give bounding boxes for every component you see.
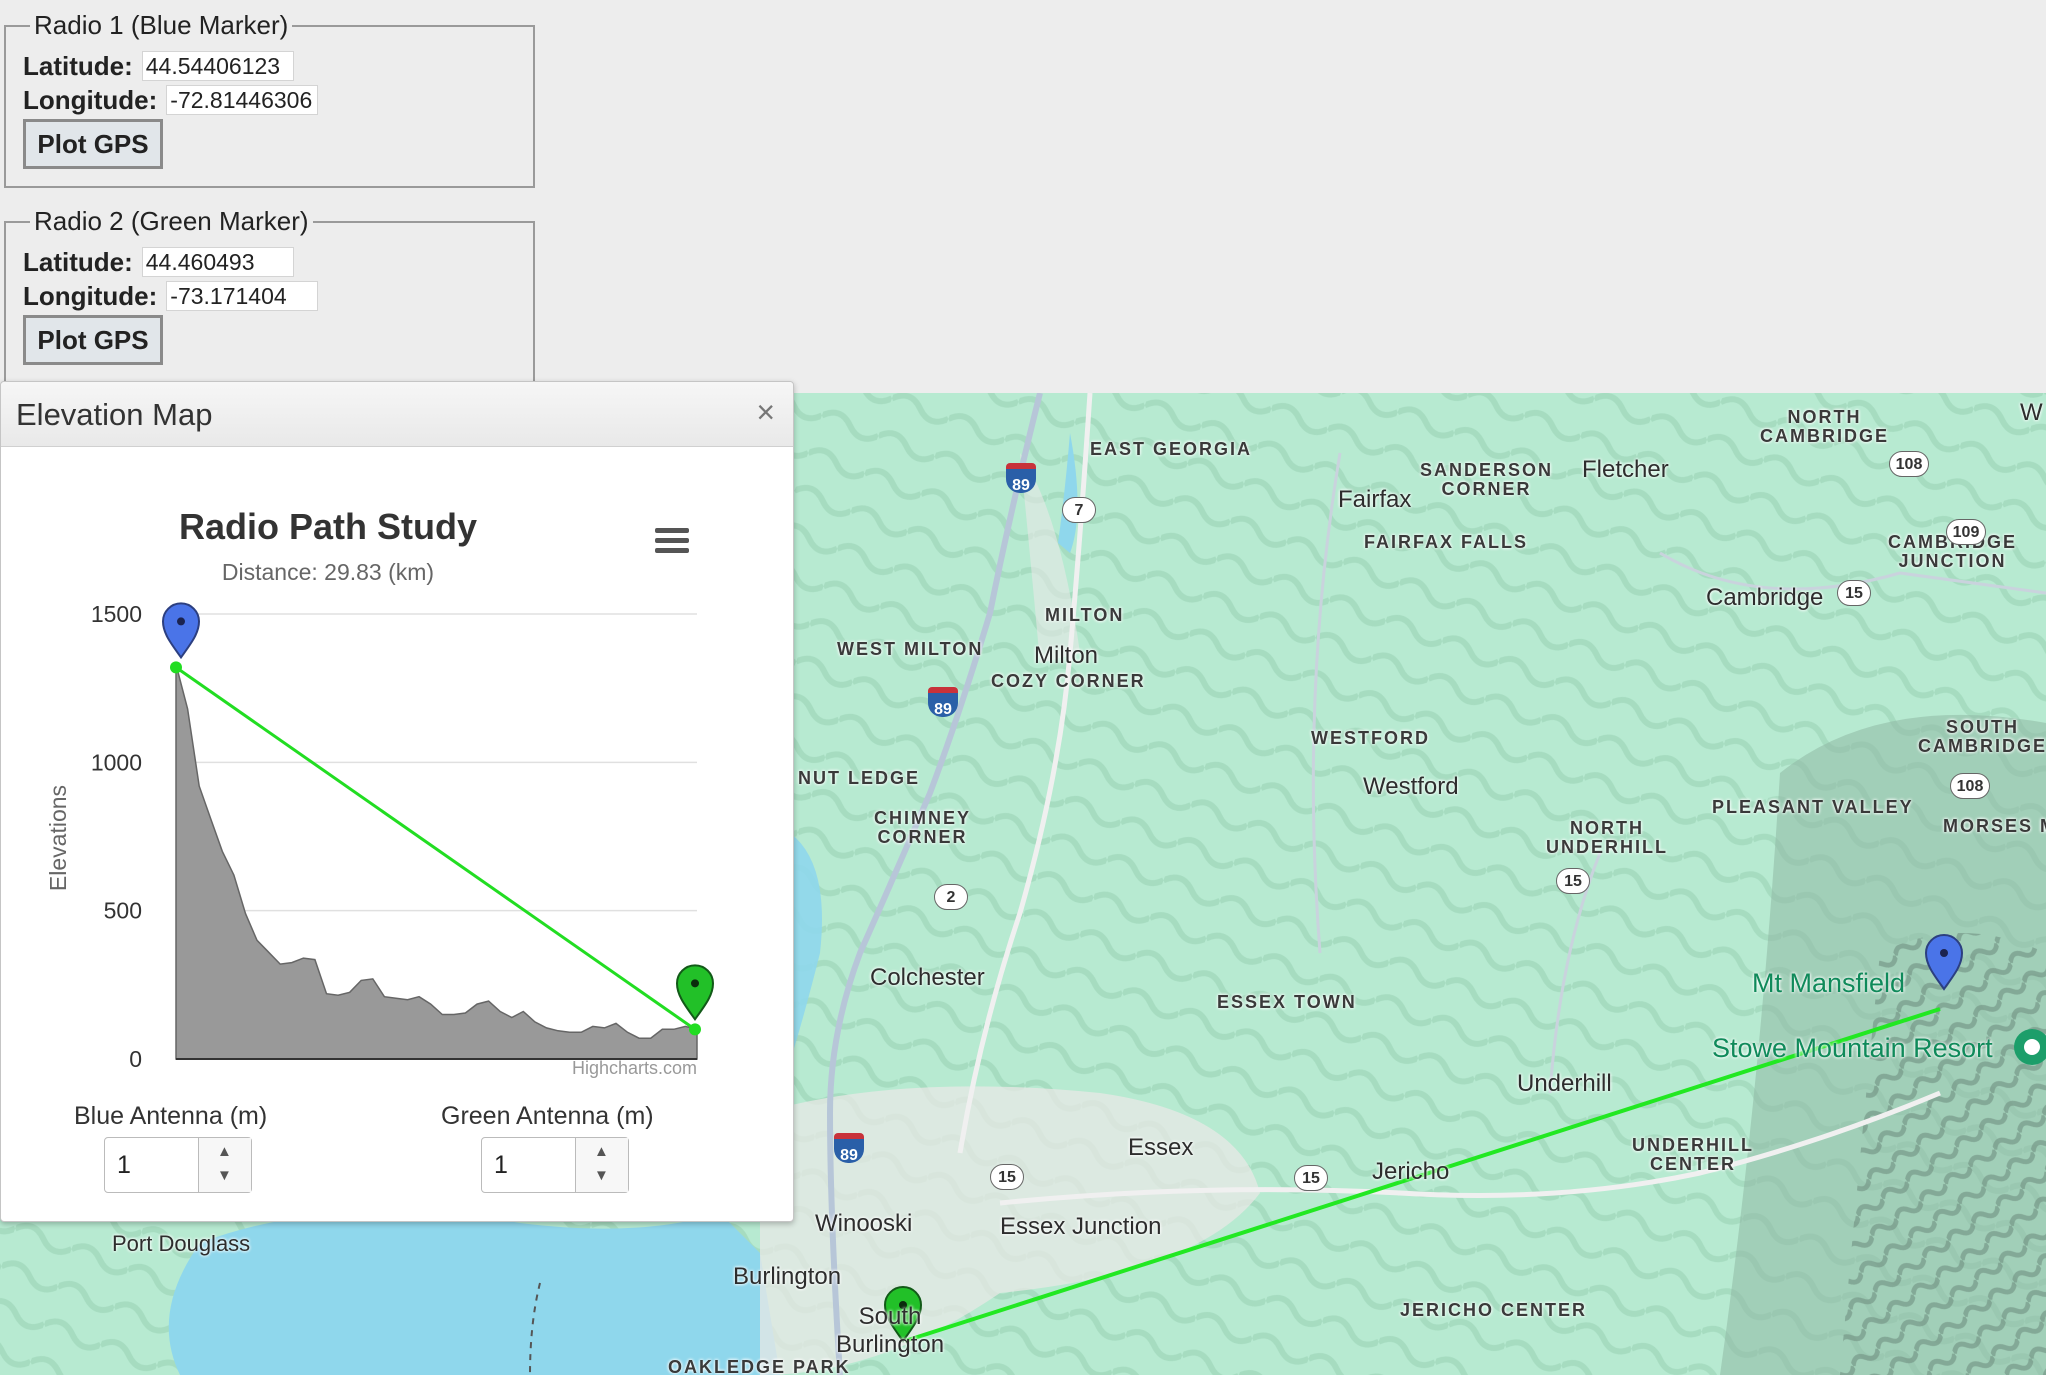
elevation-map-dialog: Elevation Map × Radio Path Study Distanc… [0, 381, 794, 1222]
blue-antenna-value[interactable]: 1 [117, 1151, 131, 1180]
green-antenna-label: Green Antenna (m) [441, 1102, 654, 1130]
label-west-milton: WEST MILTON [837, 639, 984, 659]
radio2-lon-label: Longitude: [23, 280, 158, 311]
radio1-lat-input[interactable] [141, 51, 294, 81]
label-morses-m: MORSES M [1943, 816, 2046, 836]
label-burlington: Burlington [733, 1263, 842, 1290]
i89-shield-icon-3: 89 [834, 1133, 864, 1164]
radio2-plot-gps-button[interactable]: Plot GPS [23, 315, 163, 365]
y-tick-label: 500 [104, 898, 142, 924]
label-milton-caps: MILTON [1045, 605, 1125, 625]
chevron-down-icon[interactable]: ▼ [217, 1167, 232, 1184]
green-antenna-arrows: ▲ ▼ [575, 1138, 628, 1192]
green-chart-marker [675, 964, 715, 1022]
elevation-chart: 0 500 1000 1500 Elevations Highcharts.com [45, 528, 715, 1078]
radio1-lon-input[interactable] [166, 85, 319, 115]
label-essex-town: ESSEX TOWN [1217, 992, 1357, 1012]
label-westford-caps: WESTFORD [1311, 728, 1430, 748]
label-underhill-center: UNDERHILL CENTER [1632, 1135, 1754, 1174]
chevron-up-icon[interactable]: ▲ [217, 1143, 232, 1160]
vt15-shield-icon-4: 15 [1294, 1165, 1328, 1191]
label-fairfax: Fairfax [1338, 486, 1412, 513]
blue-antenna-stepper[interactable]: 1 ▲ ▼ [104, 1137, 252, 1193]
label-milton: Milton [1034, 642, 1099, 669]
blue-antenna-label: Blue Antenna (m) [74, 1102, 268, 1130]
label-north-cambridge: NORTH CAMBRIDGE [1760, 407, 1889, 446]
path-end-point [689, 1023, 701, 1036]
label-south-burlington: South Burlington [836, 1303, 945, 1358]
label-underhill: Underhill [1517, 1070, 1612, 1097]
vt15-shield-icon: 15 [1837, 580, 1871, 606]
radio2-lon-row: Longitude: [23, 280, 319, 312]
i89-shield-icon: 89 [1006, 463, 1036, 494]
y-tick-label: 0 [129, 1046, 142, 1072]
label-westford: Westford [1363, 773, 1459, 800]
blue-antenna-arrows: ▲ ▼ [198, 1138, 251, 1192]
path-start-point [170, 661, 182, 674]
label-port-douglass: Port Douglass [112, 1231, 251, 1256]
chart-menu-icon[interactable] [655, 528, 689, 553]
label-colchester: Colchester [870, 964, 985, 991]
label-sanderson-corner: SANDERSON CORNER [1420, 460, 1554, 499]
radio1-lat-label: Latitude: [23, 50, 133, 81]
highcharts-credit[interactable]: Highcharts.com [572, 1058, 697, 1078]
us2-shield-icon: 2 [934, 884, 968, 910]
green-antenna-stepper[interactable]: 1 ▲ ▼ [481, 1137, 629, 1193]
radio2-lon-input[interactable] [166, 281, 319, 311]
label-fletcher: Fletcher [1582, 456, 1669, 483]
radio2-lat-label: Latitude: [23, 246, 133, 277]
us7-shield-icon: 7 [1062, 497, 1096, 523]
vt109-shield-icon: 109 [1946, 519, 1986, 545]
label-essex: Essex [1128, 1134, 1194, 1161]
y-tick-label: 1500 [91, 601, 142, 627]
blue-chart-marker [161, 602, 201, 660]
label-oakledge-park: OAKLEDGE PARK [668, 1357, 851, 1375]
radio1-lat-row: Latitude: [23, 50, 294, 82]
radio2-lat-input[interactable] [141, 247, 294, 277]
label-chimney-corner: CHIMNEY CORNER [874, 808, 972, 847]
radio2-lat-row: Latitude: [23, 246, 294, 278]
radio1-legend: Radio 1 (Blue Marker) [34, 10, 289, 40]
y-tick-label: 1000 [91, 749, 142, 775]
label-fairfax-falls: FAIRFAX FALLS [1364, 532, 1529, 552]
label-essex-junction: Essex Junction [1000, 1213, 1162, 1240]
chevron-up-icon[interactable]: ▲ [594, 1143, 609, 1160]
y-axis-label: Elevations [45, 785, 71, 891]
label-mt-mansfield[interactable]: Mt Mansfield [1752, 968, 1905, 999]
radio1-lon-row: Longitude: [23, 84, 319, 116]
label-east-georgia: EAST GEORGIA [1090, 439, 1253, 459]
green-antenna-value[interactable]: 1 [494, 1151, 508, 1180]
label-cozy-corner: COZY CORNER [991, 671, 1146, 691]
label-stowe-mountain-resort[interactable]: Stowe Mountain Resort [1712, 1033, 1993, 1064]
label-south-cambridge: SOUTH CAMBRIDGE [1918, 717, 2046, 756]
radio2-legend: Radio 2 (Green Marker) [34, 206, 309, 236]
label-jericho-center: JERICHO CENTER [1400, 1300, 1588, 1320]
vt15-shield-icon-3: 15 [990, 1164, 1024, 1190]
label-jericho: Jericho [1372, 1158, 1450, 1185]
vt108-shield-icon-2: 108 [1950, 773, 1990, 799]
vt108-shield-icon: 108 [1889, 451, 1929, 477]
label-winooski: Winooski [815, 1210, 913, 1237]
radio1-plot-gps-button[interactable]: Plot GPS [23, 119, 163, 169]
radio1-lon-label: Longitude: [23, 84, 158, 115]
label-cambridge: Cambridge [1706, 584, 1824, 611]
label-w: W [2020, 399, 2043, 426]
chevron-down-icon[interactable]: ▼ [594, 1167, 609, 1184]
label-nut-ledge: NUT LEDGE [798, 768, 921, 788]
label-north-underhill: NORTH UNDERHILL [1546, 818, 1668, 857]
vt15-shield-icon-2: 15 [1556, 868, 1590, 894]
label-pleasant-valley: PLEASANT VALLEY [1712, 797, 1914, 817]
i89-shield-icon-2: 89 [928, 687, 958, 718]
